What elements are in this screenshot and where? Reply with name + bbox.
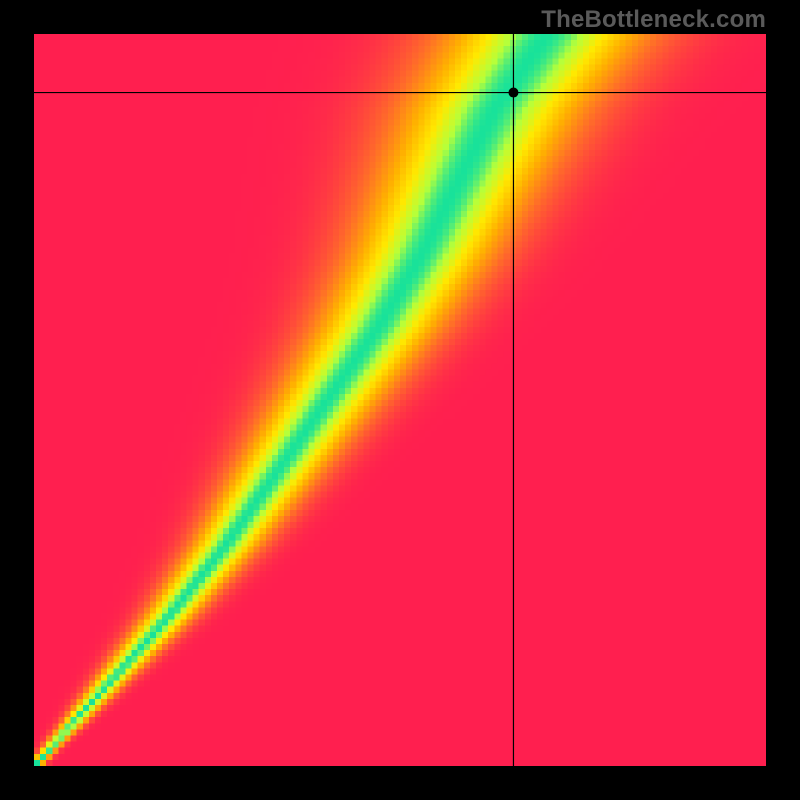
heatmap-plot	[34, 34, 766, 766]
heatmap-canvas	[34, 34, 766, 766]
chart-frame: TheBottleneck.com	[0, 0, 800, 800]
watermark-label: TheBottleneck.com	[541, 6, 766, 34]
